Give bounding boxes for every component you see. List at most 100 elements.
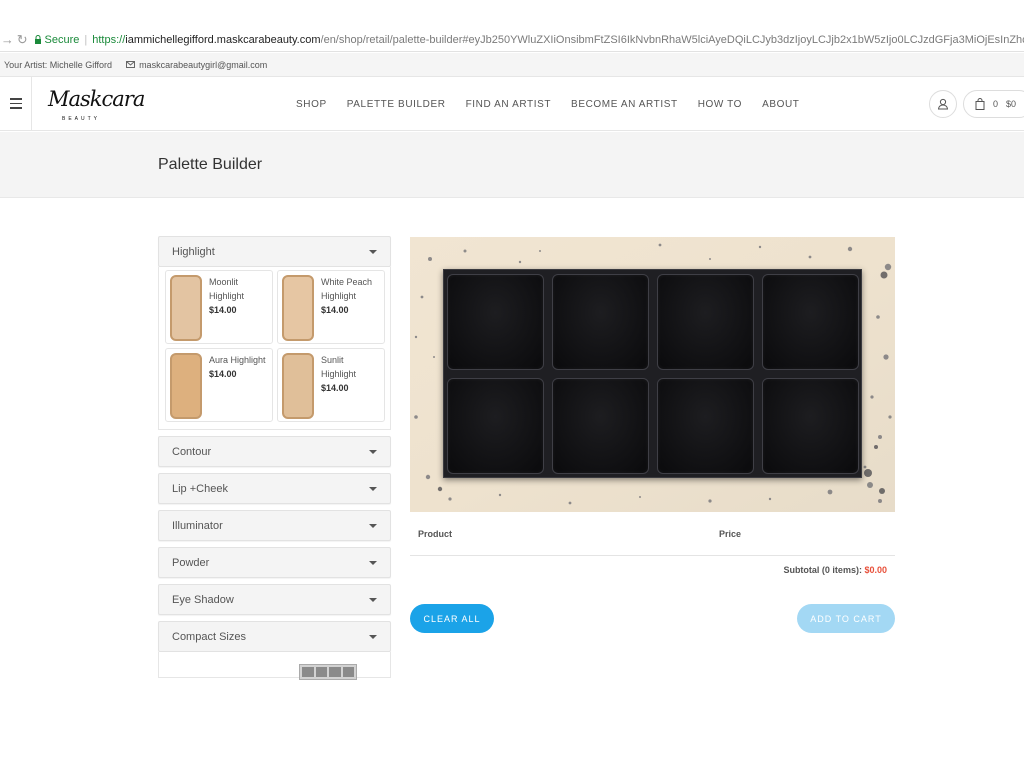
artist-label: Your Artist: Michelle Gifford xyxy=(4,59,113,70)
product-swatch xyxy=(282,275,314,341)
palette-slot[interactable] xyxy=(447,274,544,370)
accordion-powder[interactable]: Powder xyxy=(158,547,391,578)
product-swatch xyxy=(170,353,202,419)
empty-palette-tray xyxy=(443,269,862,478)
artist-email-text: maskcarabeautygirl@gmail.com xyxy=(139,59,268,70)
column-header-price: Price xyxy=(719,529,742,539)
mail-icon xyxy=(126,61,136,68)
product-swatch xyxy=(170,275,202,341)
product-name-line2: Highlight xyxy=(209,291,245,301)
caret-down-icon xyxy=(369,523,377,528)
user-icon xyxy=(937,98,949,110)
nav-palette-builder[interactable]: PALETTE BUILDER xyxy=(347,99,446,110)
palette-slot[interactable] xyxy=(447,378,544,474)
hamburger-menu-icon[interactable] xyxy=(0,76,32,131)
nav-shop[interactable]: SHOP xyxy=(296,99,327,110)
product-name: Moonlit xyxy=(209,277,239,287)
product-price: $14.00 xyxy=(209,305,237,315)
compact-thumbnail[interactable] xyxy=(299,664,357,680)
product-info: Aura Highlight $14.00 xyxy=(209,353,266,417)
product-card[interactable]: White Peach Highlight $14.00 xyxy=(277,270,385,344)
product-info: White Peach Highlight $14.00 xyxy=(321,275,372,339)
product-card[interactable]: Sunlit Highlight $14.00 xyxy=(277,348,385,422)
product-card[interactable]: Aura Highlight $14.00 xyxy=(165,348,273,422)
lock-icon xyxy=(34,35,41,44)
product-swatch xyxy=(282,353,314,419)
caret-down-icon xyxy=(369,449,377,454)
accordion-label: Contour xyxy=(172,445,212,458)
accordion-label: Highlight xyxy=(172,245,215,258)
artist-email[interactable]: maskcarabeautygirl@gmail.com xyxy=(126,60,267,70)
secure-label: Secure xyxy=(44,33,80,46)
palette-slot[interactable] xyxy=(552,378,649,474)
account-button[interactable] xyxy=(929,90,957,118)
product-name-line2: Highlight xyxy=(321,291,357,301)
page-title-band: Palette Builder xyxy=(0,132,1024,198)
accordion-label: Compact Sizes xyxy=(172,630,246,643)
product-category-accordion: Highlight Moonlit Highlight $14.00 White… xyxy=(158,236,391,680)
palette-preview xyxy=(410,237,895,512)
artist-bar: Your Artist: Michelle Gifford maskcarabe… xyxy=(0,53,1024,77)
accordion-eye-shadow[interactable]: Eye Shadow xyxy=(158,584,391,615)
product-info: Moonlit Highlight $14.00 xyxy=(209,275,244,339)
url-host[interactable]: iammichellegifford.maskcarabeauty.com xyxy=(125,34,320,46)
product-info: Sunlit Highlight $14.00 xyxy=(321,353,380,417)
nav-find-an-artist[interactable]: FIND AN ARTIST xyxy=(466,99,551,110)
palette-slot[interactable] xyxy=(762,274,859,370)
product-name: Sunlit Highlight xyxy=(321,355,357,379)
url-path[interactable]: /en/shop/retail/palette-builder#eyJb250Y… xyxy=(321,34,1024,46)
caret-down-icon xyxy=(369,249,377,254)
subtotal: Subtotal (0 items): $0.00 xyxy=(600,565,887,575)
cart-button[interactable]: 0 $0 xyxy=(963,90,1024,118)
caret-down-icon xyxy=(369,486,377,491)
browser-address-bar: → ↻ Secure | https:// iammichellegifford… xyxy=(0,28,1024,52)
nav-become-an-artist[interactable]: BECOME AN ARTIST xyxy=(571,99,678,110)
page-title: Palette Builder xyxy=(158,156,263,173)
palette-slot[interactable] xyxy=(552,274,649,370)
accordion-label: Powder xyxy=(172,556,210,569)
subtotal-value: $0.00 xyxy=(864,565,887,575)
compact-sizes-panel xyxy=(158,652,391,680)
cart-count: 0 xyxy=(993,99,999,109)
shopping-bag-icon xyxy=(975,98,985,110)
reload-icon[interactable]: ↻ xyxy=(15,31,30,49)
forward-icon[interactable]: → xyxy=(0,31,15,49)
url-scheme[interactable]: https:// xyxy=(92,34,125,46)
column-header-product: Product xyxy=(418,529,453,539)
accordion-illuminator[interactable]: Illuminator xyxy=(158,510,391,541)
accordion-label: Eye Shadow xyxy=(172,593,234,606)
secure-indicator[interactable]: Secure xyxy=(34,33,80,46)
caret-down-icon xyxy=(369,597,377,602)
site-header: Maskcara BEAUTY SHOP PALETTE BUILDER FIN… xyxy=(0,76,1024,131)
product-price: $14.00 xyxy=(321,305,349,315)
main-nav: SHOP PALETTE BUILDER FIND AN ARTIST BECO… xyxy=(296,77,800,131)
product-name: Aura Highlight xyxy=(209,355,266,365)
product-grid: Moonlit Highlight $14.00 White Peach Hig… xyxy=(165,270,385,422)
accordion-label: Illuminator xyxy=(172,519,223,532)
product-name: White Peach xyxy=(321,277,373,287)
nav-how-to[interactable]: HOW TO xyxy=(698,99,742,110)
product-card[interactable]: Moonlit Highlight $14.00 xyxy=(165,270,273,344)
cart-total: $0 xyxy=(1006,99,1017,109)
nav-about[interactable]: ABOUT xyxy=(762,99,799,110)
highlight-product-panel: Moonlit Highlight $14.00 White Peach Hig… xyxy=(158,267,391,430)
palette-slot[interactable] xyxy=(657,274,754,370)
palette-slot[interactable] xyxy=(762,378,859,474)
accordion-lip-cheek[interactable]: Lip +Cheek xyxy=(158,473,391,504)
palette-slot[interactable] xyxy=(657,378,754,474)
caret-down-icon xyxy=(369,560,377,565)
accordion-contour[interactable]: Contour xyxy=(158,436,391,467)
clear-all-button[interactable]: CLEAR ALL xyxy=(410,604,494,633)
url-separator: | xyxy=(84,33,88,46)
accordion-compact-sizes[interactable]: Compact Sizes xyxy=(158,621,391,652)
accordion-label: Lip +Cheek xyxy=(172,482,228,495)
subtotal-label: Subtotal (0 items): xyxy=(783,565,862,575)
product-price: $14.00 xyxy=(209,369,237,379)
caret-down-icon xyxy=(369,634,377,639)
accordion-highlight[interactable]: Highlight xyxy=(158,236,391,267)
logo[interactable]: Maskcara BEAUTY xyxy=(48,87,145,123)
logo-subtitle: BEAUTY xyxy=(62,116,101,122)
cart-table-header: Product Price xyxy=(410,517,895,556)
product-price: $14.00 xyxy=(321,383,349,393)
add-to-cart-button[interactable]: ADD TO CART xyxy=(797,604,895,633)
